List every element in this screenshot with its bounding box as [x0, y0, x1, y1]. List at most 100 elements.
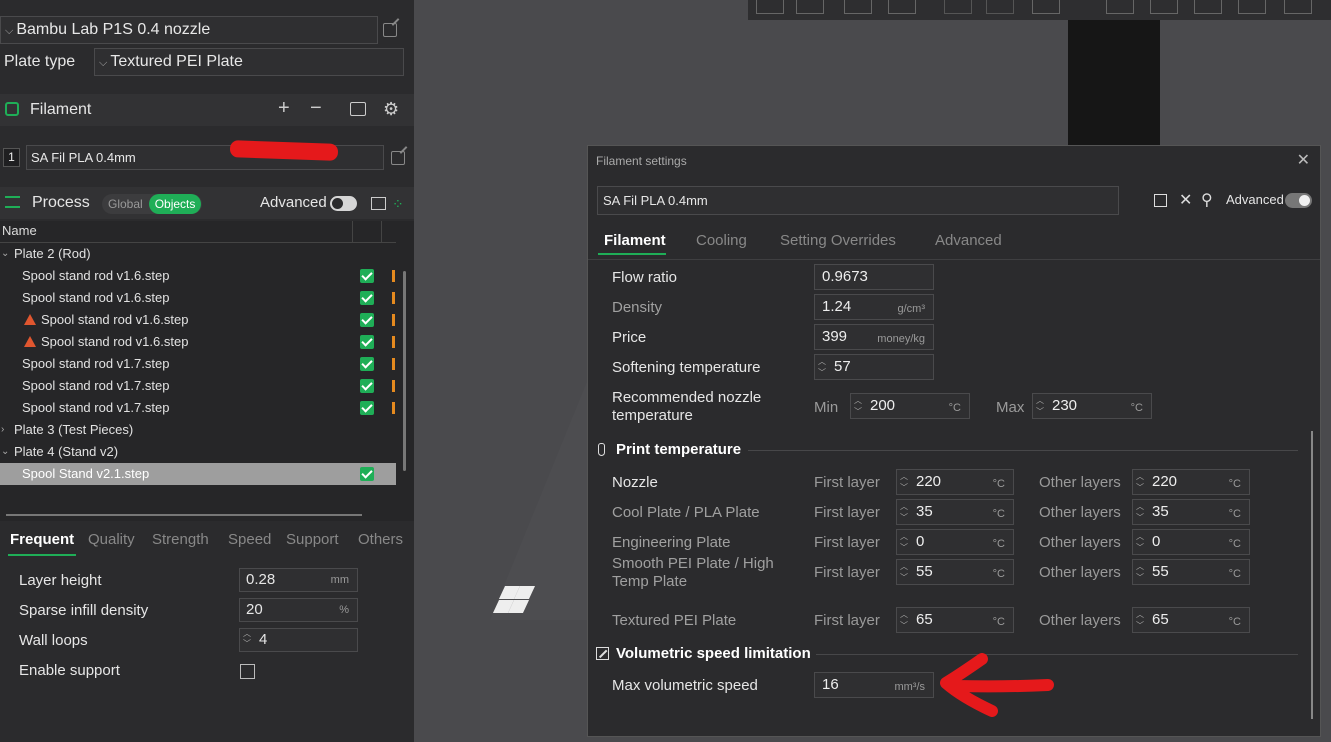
sparse-infill-input[interactable]: 20 % — [239, 598, 358, 622]
stepper-icon[interactable]: ︿ ﹀ — [1136, 471, 1146, 493]
move-icon[interactable] — [1106, 0, 1134, 14]
object-row[interactable]: Spool stand rod v1.7.step — [0, 375, 396, 397]
object-row[interactable]: Spool stand rod v1.6.step — [0, 309, 396, 331]
stepper-icon[interactable]: ︿ ﹀ — [854, 395, 864, 417]
split-objects-icon[interactable] — [944, 0, 972, 14]
object-row[interactable]: Spool stand rod v1.6.step — [0, 287, 396, 309]
first-layer-temp-input[interactable]: ︿ ﹀ 0 °C — [896, 529, 1014, 555]
expander-icon[interactable]: ⌄ — [1, 243, 9, 265]
tab-advanced[interactable]: Advanced — [935, 232, 1002, 249]
dialog-advanced-toggle[interactable] — [1285, 193, 1312, 208]
stepper-icon[interactable]: ︿ ﹀ — [900, 609, 910, 631]
other-layer-temp-input[interactable]: ︿ ﹀ 55 °C — [1132, 559, 1250, 585]
process-mode-switch[interactable]: Global Objects — [102, 194, 202, 214]
expander-icon[interactable]: ⌄ — [1, 441, 9, 463]
plate-type-select[interactable]: ⌵ Textured PEI Plate — [94, 48, 404, 76]
layer-height-input[interactable]: 0.28 mm — [239, 568, 358, 592]
enable-support-checkbox[interactable] — [240, 664, 255, 679]
search-icon[interactable]: ⚲ — [1201, 190, 1213, 210]
layers-icon[interactable] — [1032, 0, 1060, 14]
stepper-icon[interactable]: ︿ ﹀ — [900, 531, 910, 553]
cut-icon[interactable] — [1238, 0, 1266, 14]
remove-filament-icon[interactable]: − — [310, 97, 322, 120]
dialog-scrollbar[interactable] — [1311, 431, 1313, 719]
stepper-icon[interactable]: ︿ ﹀ — [900, 501, 910, 523]
add-plate-icon[interactable] — [796, 0, 824, 14]
object-list-scrollbar[interactable] — [403, 271, 406, 471]
printable-checkbox[interactable] — [360, 335, 374, 349]
plate-group-row[interactable]: ⌄ Plate 2 (Rod) — [0, 243, 396, 265]
tab-support[interactable]: Support — [286, 531, 339, 548]
stepper-icon[interactable]: ︿ ﹀ — [1136, 501, 1146, 523]
dialog-preset-select[interactable]: SA Fil PLA 0.4mm — [597, 186, 1119, 215]
scale-icon[interactable] — [1194, 0, 1222, 14]
filament-sync-icon[interactable] — [350, 102, 366, 116]
other-layer-temp-input[interactable]: ︿ ﹀ 0 °C — [1132, 529, 1250, 555]
plate-group-row[interactable]: ⌄ Plate 4 (Stand v2) — [0, 441, 396, 463]
printable-checkbox[interactable] — [360, 313, 374, 327]
column-name[interactable]: Name — [2, 223, 37, 238]
stepper-icon[interactable]: ︿ ﹀ — [243, 629, 253, 649]
plate-group-row[interactable]: › Plate 3 (Test Pieces) — [0, 419, 396, 441]
edit-filament-icon[interactable] — [391, 151, 405, 165]
orient-icon[interactable] — [844, 0, 872, 14]
list-icon[interactable] — [371, 197, 386, 210]
support-paint-icon[interactable] — [1284, 0, 1312, 14]
object-row[interactable]: Spool stand rod v1.7.step — [0, 397, 396, 419]
printable-checkbox[interactable] — [360, 379, 374, 393]
object-row[interactable]: Spool Stand v2.1.step — [0, 463, 396, 485]
printable-checkbox[interactable] — [360, 467, 374, 481]
other-layer-temp-input[interactable]: ︿ ﹀ 65 °C — [1132, 607, 1250, 633]
object-row[interactable]: Spool stand rod v1.7.step — [0, 353, 396, 375]
delete-icon[interactable]: ✕ — [1179, 190, 1192, 210]
save-icon[interactable] — [1154, 194, 1167, 207]
other-layer-temp-input[interactable]: ︿ ﹀ 220 °C — [1132, 469, 1250, 495]
edit-printer-icon[interactable] — [383, 23, 397, 37]
stepper-icon[interactable]: ︿ ﹀ — [900, 471, 910, 493]
other-layer-temp-input[interactable]: ︿ ﹀ 35 °C — [1132, 499, 1250, 525]
tab-setting-overrides[interactable]: Setting Overrides — [780, 232, 896, 249]
flow-ratio-input[interactable]: 0.9673 — [814, 264, 934, 290]
printable-checkbox[interactable] — [360, 269, 374, 283]
printable-checkbox[interactable] — [360, 401, 374, 415]
stepper-icon[interactable]: ︿ ﹀ — [1136, 609, 1146, 631]
process-advanced-toggle[interactable] — [330, 196, 357, 211]
first-layer-temp-input[interactable]: ︿ ﹀ 35 °C — [896, 499, 1014, 525]
add-filament-icon[interactable]: + — [278, 97, 290, 120]
tab-frequent[interactable]: Frequent — [10, 531, 74, 548]
object-row[interactable]: Spool stand rod v1.6.step — [0, 265, 396, 287]
tab-quality[interactable]: Quality — [88, 531, 135, 548]
stepper-icon[interactable]: ︿ ﹀ — [1036, 395, 1046, 417]
nozzle-temp-min-input[interactable]: ︿ ﹀ 200 °C — [850, 393, 970, 419]
nozzle-temp-max-input[interactable]: ︿ ﹀ 230 °C — [1032, 393, 1152, 419]
stepper-icon[interactable]: ︿ ﹀ — [1136, 531, 1146, 553]
tab-strength[interactable]: Strength — [152, 531, 209, 548]
first-layer-temp-input[interactable]: ︿ ﹀ 55 °C — [896, 559, 1014, 585]
add-object-icon[interactable] — [756, 0, 784, 14]
stepper-icon[interactable]: ︿ ﹀ — [818, 356, 828, 378]
warning-icon[interactable] — [24, 314, 36, 325]
gear-icon[interactable]: ⚙ — [383, 99, 399, 120]
object-row[interactable]: Spool stand rod v1.6.step — [0, 331, 396, 353]
mode-global[interactable]: Global — [102, 194, 149, 214]
first-layer-temp-input[interactable]: ︿ ﹀ 220 °C — [896, 469, 1014, 495]
max-volumetric-speed-input[interactable]: 16 mm³/s — [814, 672, 934, 698]
price-input[interactable]: 399 money/kg — [814, 324, 934, 350]
softening-temp-input[interactable]: ︿ ﹀ 57 — [814, 354, 934, 380]
plate-grid-icon[interactable]: ⁘ — [392, 196, 404, 213]
tab-cooling[interactable]: Cooling — [696, 232, 747, 249]
model-preview[interactable] — [1068, 20, 1160, 146]
tab-others[interactable]: Others — [358, 531, 403, 548]
split-parts-icon[interactable] — [986, 0, 1014, 14]
tab-filament[interactable]: Filament — [604, 232, 666, 249]
expander-icon[interactable]: › — [1, 419, 4, 441]
density-input[interactable]: 1.24 g/cm³ — [814, 294, 934, 320]
printer-select[interactable]: ⌵ Bambu Lab P1S 0.4 nozzle — [0, 16, 378, 44]
stepper-icon[interactable]: ︿ ﹀ — [900, 561, 910, 583]
filament-slot-number[interactable]: 1 — [3, 148, 20, 167]
rotate-icon[interactable] — [1150, 0, 1178, 14]
mode-objects[interactable]: Objects — [148, 194, 202, 214]
warning-icon[interactable] — [24, 336, 36, 347]
printable-checkbox[interactable] — [360, 357, 374, 371]
wall-loops-input[interactable]: ︿ ﹀ 4 — [239, 628, 358, 652]
